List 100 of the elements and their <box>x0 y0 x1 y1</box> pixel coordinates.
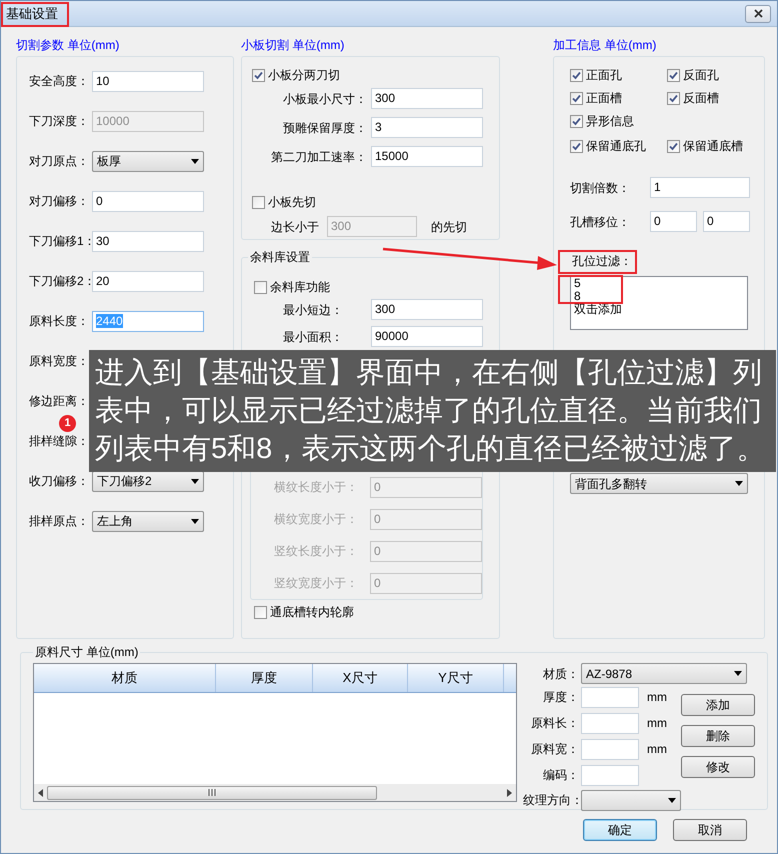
input-field[interactable]: 30 <box>92 230 204 252</box>
field-label: 预雕保留厚度： <box>283 120 367 136</box>
dialog-button[interactable]: 修改 <box>681 756 755 778</box>
group-legend: 原料尺寸 单位(mm) <box>33 643 140 661</box>
caption-text: 进入到【基础设置】界面中，在右侧【孔位过滤】列表中，可以显示已经过滤掉了的孔位直径。当前我们列表中有5和8，表示这两个孔的直径已经被过滤了。 <box>95 357 766 465</box>
field-label: 原料宽度： <box>29 353 90 370</box>
field-label: 下刀深度： <box>29 113 90 130</box>
close-button[interactable] <box>745 4 771 22</box>
list-item[interactable]: 8 <box>574 290 744 303</box>
dropdown[interactable]: 背面孔多翻转 <box>570 473 748 494</box>
dropdown[interactable]: AZ-9878 <box>581 663 747 684</box>
input-field[interactable]: 300 <box>371 88 483 109</box>
input-field[interactable]: 3 <box>371 117 483 138</box>
column-header[interactable]: 厚度 <box>216 664 313 692</box>
checkbox[interactable]: 小板先切 <box>252 193 499 211</box>
input-field[interactable]: 20 <box>92 270 204 292</box>
field-label: 小板最小尺寸： <box>283 90 367 108</box>
input-field[interactable] <box>581 738 639 760</box>
scroll-right-icon[interactable] <box>507 788 513 796</box>
checkbox[interactable]: 正面孔 <box>570 66 667 84</box>
check-icon <box>572 116 581 126</box>
check-icon <box>572 94 581 102</box>
column-header[interactable]: X尺寸 <box>313 664 408 692</box>
field-label: mm <box>647 716 667 730</box>
field-label: 对刀原点： <box>29 153 90 170</box>
dropdown[interactable] <box>581 790 681 810</box>
column-header[interactable]: Y尺寸 <box>408 664 504 692</box>
scrollbar[interactable] <box>34 784 516 801</box>
group-header: 切割参数 单位(mm) <box>16 37 120 54</box>
check-icon <box>254 70 263 80</box>
field-label: mm <box>647 742 667 756</box>
checkbox[interactable]: 小板分两刀切 <box>252 66 499 84</box>
dropdown[interactable]: 下刀偏移2 <box>92 470 204 492</box>
checkbox[interactable]: 余料库功能 <box>254 278 483 296</box>
check-icon <box>572 142 581 150</box>
group-header: 加工信息 单位(mm) <box>553 37 658 54</box>
field-label: 编码： <box>542 767 580 784</box>
caret-icon <box>735 481 743 486</box>
dropdown[interactable]: 板厚 <box>92 150 204 172</box>
field-label: 横纹宽度小于： <box>274 511 358 528</box>
filter-list[interactable]: 5 8 双击添加 <box>570 276 748 330</box>
dialog-button[interactable]: 添加 <box>681 694 755 716</box>
column-header[interactable]: 材质 <box>34 664 216 692</box>
check-icon <box>669 70 678 80</box>
input-field[interactable]: 0 <box>703 211 750 232</box>
window-title: 基础设置 <box>6 6 58 22</box>
checkbox[interactable]: 反面槽 <box>667 89 764 107</box>
checkbox[interactable]: 保留通底孔 <box>570 137 667 155</box>
checkbox[interactable]: 正面槽 <box>570 89 667 107</box>
dialog-button[interactable]: 取消 <box>673 819 747 841</box>
group-legend: 余料库设置 <box>248 248 312 266</box>
field-label: 排样原点： <box>29 513 90 530</box>
field-label: 材质： <box>542 666 580 682</box>
check-icon <box>572 70 581 80</box>
dialog-button[interactable]: 删除 <box>681 725 755 747</box>
field-label: 安全高度： <box>29 73 90 90</box>
dropdown[interactable]: 左上角 <box>92 510 204 532</box>
field-label: 竖纹长度小于： <box>274 543 358 560</box>
dialog-button[interactable]: 确定 <box>583 819 657 841</box>
list-item[interactable]: 双击添加 <box>574 303 744 316</box>
input-field[interactable] <box>581 712 639 734</box>
checkbox[interactable]: 通底槽转内轮廓 <box>254 603 483 621</box>
input-field[interactable]: 0 <box>650 211 697 232</box>
field-label: 原料宽： <box>530 741 580 758</box>
input-field[interactable]: 10 <box>92 70 204 92</box>
checkbox[interactable]: 异形信息 <box>570 112 667 130</box>
field-label: 修边距离： <box>29 393 90 410</box>
checkbox[interactable]: 保留通底槽 <box>667 137 764 155</box>
input-field[interactable]: 90000 <box>371 326 483 347</box>
field-label: 下刀偏移1： <box>29 233 90 250</box>
field-label: 最小面积： <box>283 328 343 346</box>
input-field[interactable]: 300 <box>371 299 483 320</box>
input-field[interactable] <box>581 764 639 786</box>
scroll-left-icon[interactable] <box>37 788 43 796</box>
input-field[interactable]: 0 <box>92 190 204 212</box>
caret-icon <box>668 798 676 802</box>
field-label: 第二刀加工速率： <box>271 148 367 166</box>
field-label: 横纹长度小于： <box>274 479 358 496</box>
field-label: 孔槽移位： <box>570 214 631 230</box>
field-label: 边长小于 <box>271 218 319 236</box>
field-label: 的先切 <box>431 218 467 236</box>
field-label: 孔位过滤： <box>572 254 632 268</box>
header-filler <box>504 664 516 692</box>
list-item[interactable]: 5 <box>574 277 744 290</box>
field-label: 最小短边： <box>283 302 343 318</box>
field-label: 对刀偏移： <box>29 193 90 210</box>
caret-icon <box>191 478 199 484</box>
input-field[interactable]: 1 <box>650 177 750 198</box>
checkbox[interactable]: 反面孔 <box>667 66 764 84</box>
caret-icon <box>191 158 199 164</box>
input-field[interactable]: 15000 <box>371 146 483 167</box>
field-label: 切割倍数： <box>570 180 631 196</box>
field-label: 排样缝隙： <box>29 433 90 450</box>
close-icon <box>754 9 762 18</box>
input-field[interactable] <box>581 686 639 708</box>
field-label: 竖纹宽度小于： <box>274 575 358 592</box>
field-label: 原料长： <box>530 715 580 732</box>
caret-icon <box>734 671 742 676</box>
step-badge: 1 <box>59 415 76 432</box>
check-icon <box>669 142 678 150</box>
